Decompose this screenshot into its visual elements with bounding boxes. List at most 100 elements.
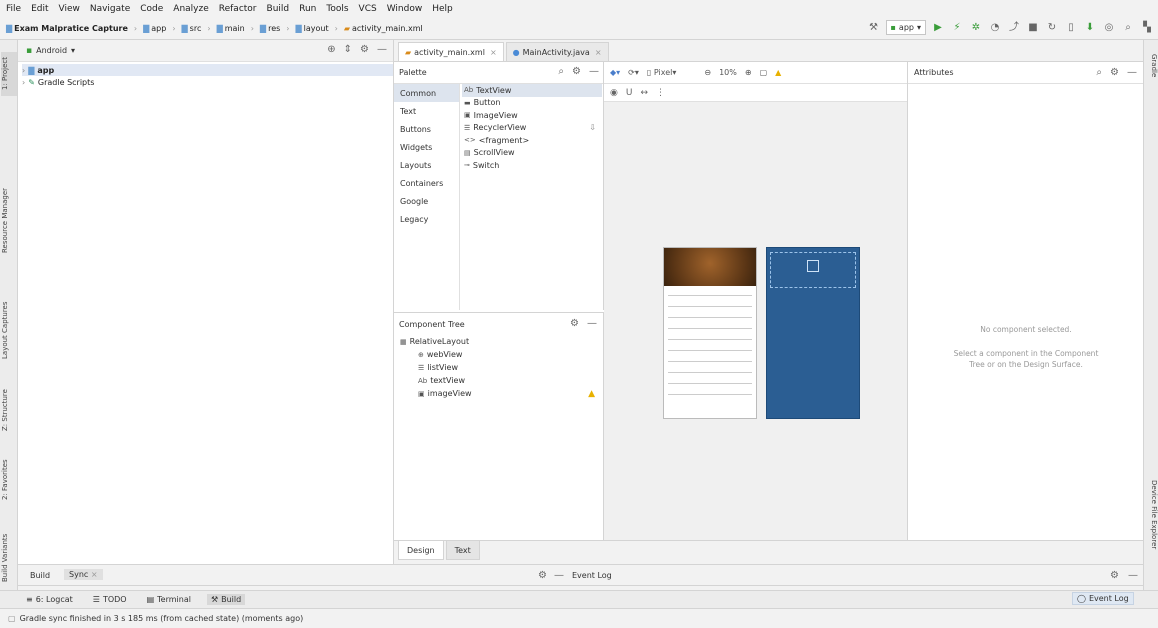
zoom-out-icon[interactable]: ⊖ xyxy=(704,68,711,77)
download-icon[interactable]: ⇩ xyxy=(589,123,596,132)
minimize-icon[interactable]: — xyxy=(1127,67,1137,78)
apply-changes-icon[interactable]: ⚡ xyxy=(950,21,964,35)
menu-window[interactable]: Window xyxy=(387,4,423,14)
gear-icon[interactable]: ⚙ xyxy=(570,318,579,329)
menu-help[interactable]: Help xyxy=(432,4,453,14)
breadcrumb-item-res[interactable]: ▇ res xyxy=(260,24,280,33)
gear-icon[interactable]: ⚙ xyxy=(1110,570,1119,581)
run-config-select[interactable]: ▪ app ▾ xyxy=(885,20,926,35)
layout-inspector-icon[interactable]: ◎ xyxy=(1102,21,1116,35)
design-preview[interactable] xyxy=(663,247,757,419)
view-mode-select[interactable]: Android xyxy=(36,46,67,55)
menu-tools[interactable]: Tools xyxy=(326,4,348,14)
palette-widget-fragment[interactable]: <> <fragment> xyxy=(462,134,602,147)
palette-widget-textview[interactable]: Ab TextView xyxy=(462,84,602,97)
breadcrumb-item-src[interactable]: ▇ src xyxy=(182,24,202,33)
search-everywhere-icon[interactable]: ⌕ xyxy=(1121,21,1135,35)
palette-category-buttons[interactable]: Buttons xyxy=(394,120,459,138)
status-icon[interactable]: ▢ xyxy=(8,614,16,623)
component-listview[interactable]: ☰ listView xyxy=(400,361,603,374)
tab-design[interactable]: Design xyxy=(398,541,444,560)
component-relativelayout[interactable]: ▦ RelativeLayout xyxy=(400,335,603,348)
eye-icon[interactable]: ◉ xyxy=(610,88,618,98)
zoom-fit-icon[interactable]: ▢ xyxy=(760,68,768,77)
search-icon[interactable]: ⌕ xyxy=(558,66,564,77)
tool-6-logcat[interactable]: ≡ 6: Logcat xyxy=(22,594,77,605)
debug-icon[interactable]: ✲ xyxy=(969,21,983,35)
menu-vcs[interactable]: VCS xyxy=(359,4,377,14)
attach-debugger-icon[interactable]: ⤴ xyxy=(1007,21,1021,35)
component-textview[interactable]: Ab textView xyxy=(400,374,603,387)
blueprint-preview[interactable] xyxy=(766,247,860,419)
run-icon[interactable]: ▶ xyxy=(931,21,945,35)
minimize-icon[interactable]: — xyxy=(589,66,599,77)
tab-resource-manager[interactable]: Resource Manager xyxy=(1,170,17,270)
layers-icon[interactable]: ◆▾ xyxy=(610,68,620,77)
close-icon[interactable]: × xyxy=(490,48,497,57)
menu-run[interactable]: Run xyxy=(299,4,316,14)
globe-icon[interactable]: ⊕ xyxy=(327,44,335,55)
tab-device-file-explorer[interactable]: Device File Explorer xyxy=(1145,480,1158,549)
menu-refactor[interactable]: Refactor xyxy=(219,4,257,14)
palette-widget-button[interactable]: ▬ Button xyxy=(462,97,602,110)
menu-analyze[interactable]: Analyze xyxy=(173,4,208,14)
tool-todo[interactable]: ☰ TODO xyxy=(89,594,131,605)
gear-icon[interactable]: ⚙ xyxy=(360,44,369,55)
tab-gradle[interactable]: Gradle xyxy=(1145,54,1158,77)
warning-icon[interactable]: ▲ xyxy=(588,389,595,399)
minimize-icon[interactable]: — xyxy=(377,44,387,55)
palette-category-text[interactable]: Text xyxy=(394,102,459,120)
project-structure-icon[interactable]: ▚ xyxy=(1140,21,1154,35)
palette-widget-scrollview[interactable]: ▤ ScrollView xyxy=(462,147,602,160)
palette-category-google[interactable]: Google xyxy=(394,192,459,210)
stop-icon[interactable]: ■ xyxy=(1026,21,1040,35)
close-icon[interactable]: × xyxy=(91,570,98,579)
palette-category-layouts[interactable]: Layouts xyxy=(394,156,459,174)
menu-file[interactable]: File xyxy=(6,4,21,14)
collapse-icon[interactable]: ⇕ xyxy=(344,44,352,55)
menu-code[interactable]: Code xyxy=(140,4,163,14)
menu-build[interactable]: Build xyxy=(267,4,290,14)
minimize-icon[interactable]: — xyxy=(554,570,564,581)
tab-activity-main-xml[interactable]: ▰ activity_main.xml × xyxy=(398,42,504,61)
orientation-icon[interactable]: ⟳▾ xyxy=(628,68,639,77)
search-icon[interactable]: ⌕ xyxy=(1096,67,1102,78)
palette-category-containers[interactable]: Containers xyxy=(394,174,459,192)
close-icon[interactable]: × xyxy=(595,48,602,57)
tab-favorites[interactable]: 2: Favorites xyxy=(1,452,17,507)
menu-navigate[interactable]: Navigate xyxy=(90,4,130,14)
palette-widget-imageview[interactable]: ▣ ImageView xyxy=(462,109,602,122)
tab-project[interactable]: 1: Project xyxy=(1,52,17,96)
palette-category-widgets[interactable]: Widgets xyxy=(394,138,459,156)
breadcrumb-item-app[interactable]: ▇ app xyxy=(143,24,166,33)
component-imageview[interactable]: ▣ imageView ▲ xyxy=(400,387,603,400)
tool-terminal[interactable]: ▤ Terminal xyxy=(143,594,195,605)
tab-sync[interactable]: Sync × xyxy=(64,569,103,580)
tree-item-app[interactable]: › ▇ app xyxy=(22,64,393,76)
minimize-icon[interactable]: — xyxy=(587,318,597,329)
palette-category-legacy[interactable]: Legacy xyxy=(394,210,459,228)
tab-structure[interactable]: Z: Structure xyxy=(1,385,17,435)
minimize-icon[interactable]: — xyxy=(1128,570,1138,581)
gear-icon[interactable]: ⚙ xyxy=(572,66,581,77)
menu-view[interactable]: View xyxy=(59,4,80,14)
tab-text[interactable]: Text xyxy=(445,541,480,560)
sdk-manager-icon[interactable]: ⬇ xyxy=(1083,21,1097,35)
sync-gradle-icon[interactable]: ↻ xyxy=(1045,21,1059,35)
breadcrumb-item-layout[interactable]: ▇ layout xyxy=(295,24,328,33)
gear-icon[interactable]: ⚙ xyxy=(1110,67,1119,78)
tab-layout-captures[interactable]: Layout Captures xyxy=(1,295,17,365)
breadcrumb-item-activity-main-xml[interactable]: ▰ activity_main.xml xyxy=(344,24,423,33)
menu-edit[interactable]: Edit xyxy=(31,4,48,14)
palette-category-common[interactable]: Common xyxy=(394,84,459,102)
gear-icon[interactable]: ⚙ xyxy=(538,570,547,581)
hammer-icon[interactable]: ⚒ xyxy=(867,21,881,35)
tree-item-gradle-scripts[interactable]: › ✎ Gradle Scripts xyxy=(22,76,393,88)
breadcrumb-item-main[interactable]: ▇ main xyxy=(217,24,245,33)
zoom-in-icon[interactable]: ⊕ xyxy=(745,68,752,77)
breadcrumb-item-exam-malpratice-capture[interactable]: ▇ Exam Malpratice Capture xyxy=(6,24,128,33)
component-webview[interactable]: ⊕ webView xyxy=(400,348,603,361)
avd-manager-icon[interactable]: ▯ xyxy=(1064,21,1078,35)
margin-icon[interactable]: ↔ xyxy=(640,88,648,98)
guidelines-icon[interactable]: ⋮ xyxy=(656,88,665,98)
